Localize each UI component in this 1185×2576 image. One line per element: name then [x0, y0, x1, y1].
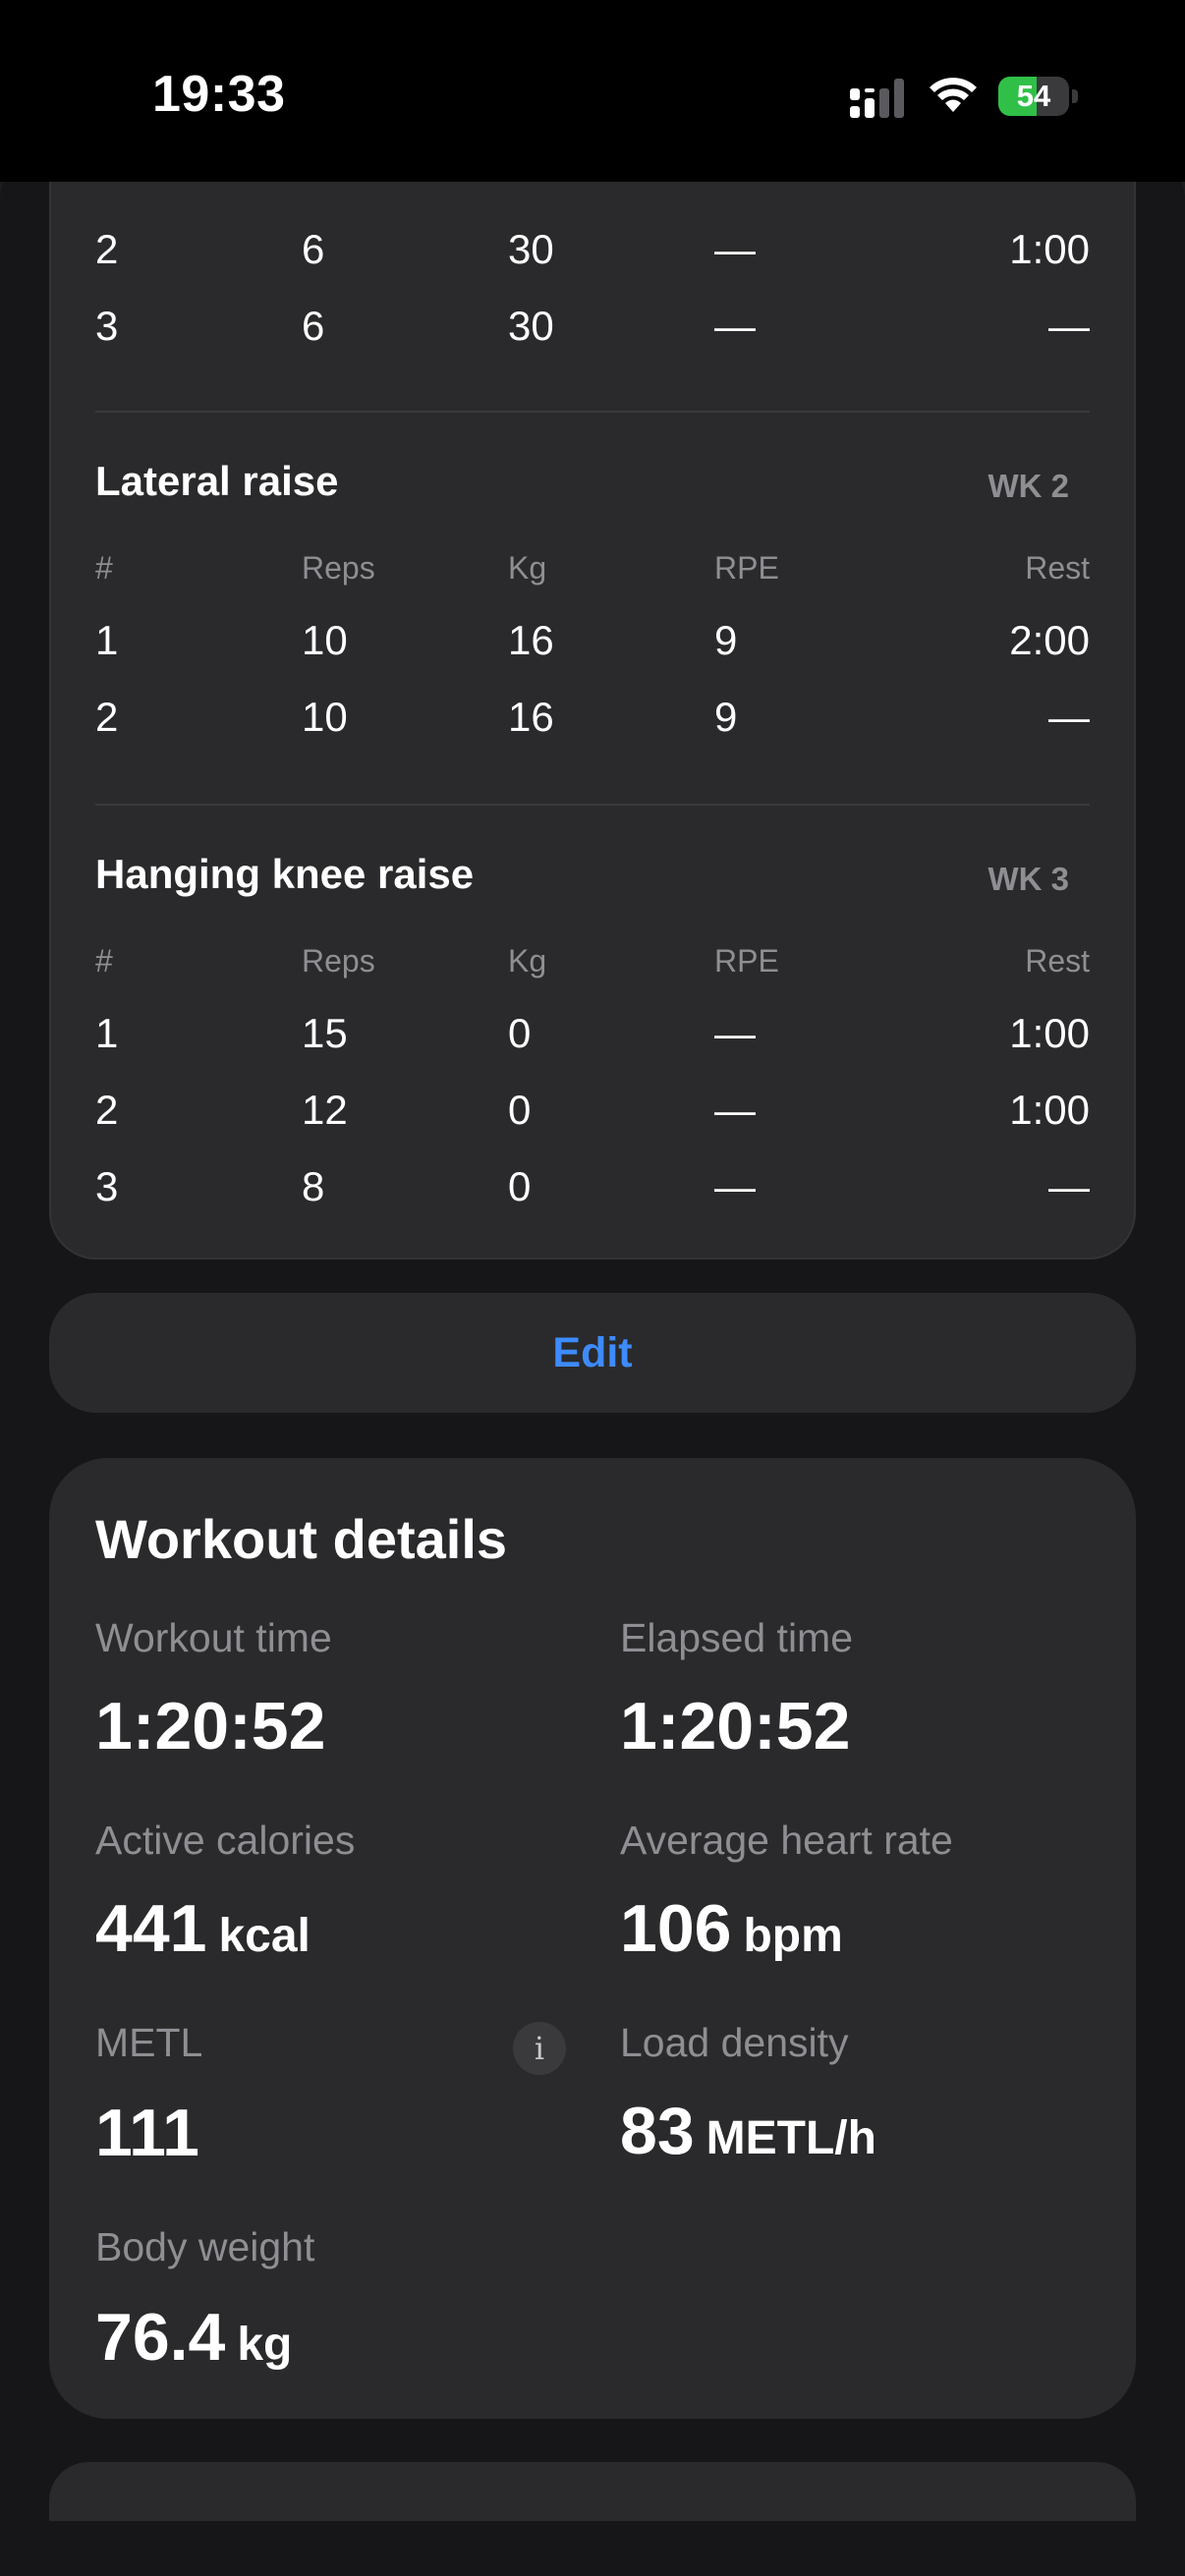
set-reps: 8 [302, 1163, 325, 1209]
table-row: 2 10 16 9 — [95, 694, 1090, 753]
set-rest: — [1048, 303, 1090, 349]
status-bar: 19:33 54 [0, 0, 1185, 182]
cellular-signal-icon [850, 79, 904, 118]
exercise-sets-card: 16301:00 2 6 30 — 1:00 3 6 30 — — Latera… [49, 110, 1136, 1260]
week-badge: WK 2 [988, 468, 1070, 504]
set-rpe: — [714, 1087, 756, 1133]
next-card [49, 2462, 1136, 2521]
divider [95, 411, 1090, 413]
body-weight-value: 76.4 kg [95, 2299, 292, 2376]
elapsed-time-label: Elapsed time [620, 1615, 854, 1660]
avg-heart-rate-label: Average heart rate [620, 1818, 953, 1863]
status-time: 19:33 [152, 66, 286, 123]
set-rpe: — [714, 1010, 756, 1056]
metl-value: 111 [95, 2096, 199, 2170]
body-weight-number: 76.4 [95, 2300, 226, 2375]
col-reps-header: Reps [302, 943, 375, 979]
set-kg: 0 [508, 1087, 532, 1133]
battery-icon: 54 [998, 77, 1081, 116]
set-kg: 30 [508, 226, 554, 272]
workout-details-card: Workout details Workout time 1:20:52 Ela… [49, 1458, 1136, 2419]
set-reps: 12 [302, 1087, 348, 1133]
col-reps-header: Reps [302, 550, 375, 586]
exercise-title: Lateral raise [95, 458, 339, 504]
set-kg: 16 [508, 694, 554, 740]
col-rpe-header: RPE [714, 550, 779, 586]
col-kg-header: Kg [508, 943, 547, 979]
set-number: 3 [95, 303, 119, 349]
set-kg: 30 [508, 303, 554, 349]
set-rest: 1:00 [1009, 1010, 1090, 1056]
active-calories-label: Active calories [95, 1818, 356, 1863]
table-header: # Reps Kg RPE Rest [95, 550, 1090, 589]
exercise-title: Hanging knee raise [95, 851, 475, 897]
table-row: 3 6 30 — — [95, 303, 1090, 362]
section-title: Workout details [95, 1508, 508, 1570]
active-calories-value: 441 kcal [95, 1890, 310, 1967]
set-kg: 0 [508, 1163, 532, 1209]
set-number: 2 [95, 226, 119, 272]
week-badge: WK 3 [988, 861, 1070, 897]
divider [95, 804, 1090, 806]
col-rpe-header: RPE [714, 943, 779, 979]
load-density-label: Load density [620, 2020, 849, 2065]
edit-button[interactable]: Edit [49, 1293, 1136, 1413]
load-density-value: 83 METL/h [620, 2093, 876, 2169]
table-row: 3 8 0 — — [95, 1163, 1090, 1222]
set-number: 2 [95, 694, 119, 740]
set-number: 1 [95, 617, 119, 663]
col-rest-header: Rest [1025, 943, 1090, 979]
active-calories-unit: kcal [218, 1910, 310, 1962]
set-rest: 1:00 [1009, 1087, 1090, 1133]
set-reps: 6 [302, 226, 325, 272]
body-weight-unit: kg [237, 2319, 293, 2371]
metl-label: METL [95, 2020, 203, 2065]
set-rpe: 9 [714, 617, 738, 663]
avg-heart-rate-unit: bpm [743, 1910, 843, 1962]
info-icon[interactable]: i [513, 2022, 566, 2075]
set-rest: 1:00 [1009, 226, 1090, 272]
set-reps: 6 [302, 303, 325, 349]
workout-time-label: Workout time [95, 1615, 332, 1660]
set-rest: — [1048, 1163, 1090, 1209]
set-rpe: — [714, 1163, 756, 1209]
avg-heart-rate-number: 106 [620, 1891, 732, 1966]
set-number: 2 [95, 1087, 119, 1133]
wifi-icon [930, 78, 977, 112]
load-density-unit: METL/h [705, 2112, 876, 2164]
set-reps: 10 [302, 617, 348, 663]
col-num-header: # [95, 550, 113, 586]
set-reps: 15 [302, 1010, 348, 1056]
set-rpe: 9 [714, 694, 738, 740]
set-kg: 0 [508, 1010, 532, 1056]
set-number: 3 [95, 1163, 119, 1209]
workout-time-value: 1:20:52 [95, 1689, 326, 1764]
active-calories-number: 441 [95, 1891, 207, 1966]
col-kg-header: Kg [508, 550, 547, 586]
set-rest: — [1048, 694, 1090, 740]
col-num-header: # [95, 943, 113, 979]
set-number: 1 [95, 1010, 119, 1056]
set-reps: 10 [302, 694, 348, 740]
avg-heart-rate-value: 106 bpm [620, 1890, 843, 1967]
body-weight-label: Body weight [95, 2224, 315, 2269]
table-row: 2 12 0 — 1:00 [95, 1087, 1090, 1146]
set-kg: 16 [508, 617, 554, 663]
col-rest-header: Rest [1025, 550, 1090, 586]
table-header: # Reps Kg RPE Rest [95, 943, 1090, 982]
table-row: 2 6 30 — 1:00 [95, 226, 1090, 285]
load-density-number: 83 [620, 2094, 695, 2168]
battery-percent: 54 [1016, 79, 1051, 113]
set-rpe: — [714, 303, 756, 349]
set-rest: 2:00 [1009, 617, 1090, 663]
table-row: 1 15 0 — 1:00 [95, 1010, 1090, 1069]
set-rpe: — [714, 226, 756, 272]
elapsed-time-value: 1:20:52 [620, 1689, 851, 1764]
table-row: 1 10 16 9 2:00 [95, 617, 1090, 676]
